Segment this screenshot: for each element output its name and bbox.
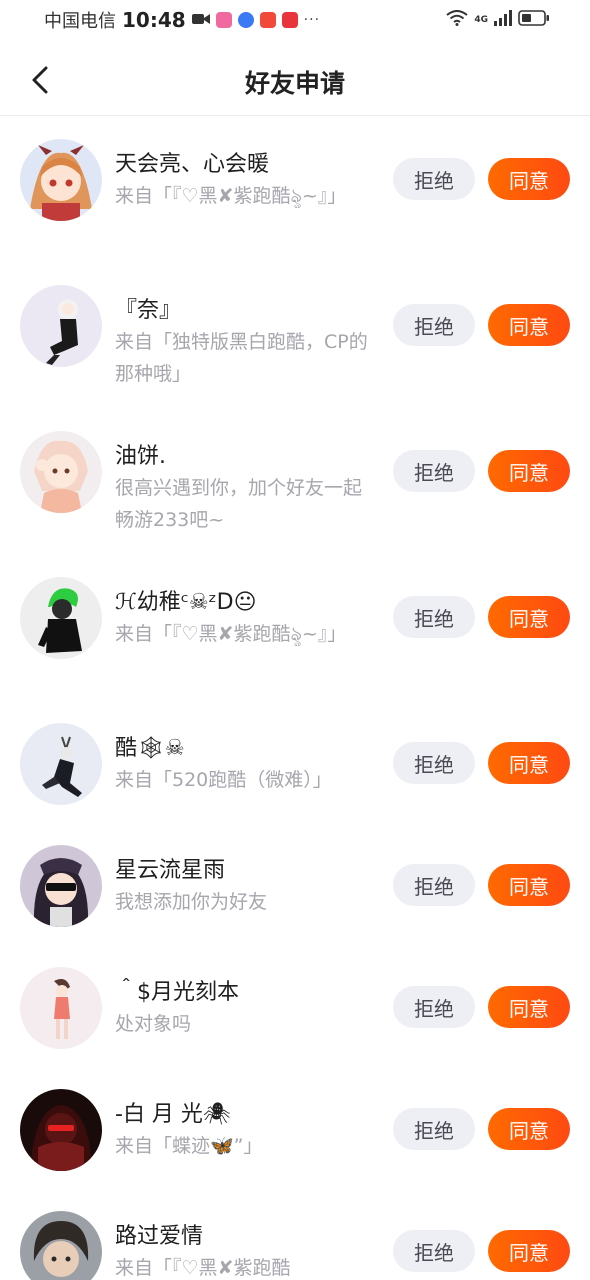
carrier-name: 中国电信 [44, 11, 116, 32]
accept-button[interactable]: 同意 [488, 450, 570, 492]
reject-button[interactable]: 拒绝 [393, 158, 475, 200]
request-message: 我想添加你为好友 [115, 891, 268, 913]
accept-button[interactable]: 同意 [488, 158, 570, 200]
reject-button[interactable]: 拒绝 [393, 1230, 475, 1272]
reject-button[interactable]: 拒绝 [393, 596, 475, 638]
reject-button[interactable]: 拒绝 [393, 864, 475, 906]
reject-button[interactable]: 拒绝 [393, 986, 475, 1028]
requester-name: 油饼. [115, 444, 166, 469]
navigation-header: 好友申请 [0, 44, 590, 116]
request-message: 很高兴遇到你，加个好友一起畅游233吧~ [115, 477, 363, 531]
music-icon [237, 12, 254, 28]
network-type: 4G [474, 15, 488, 25]
accept-button[interactable]: 同意 [488, 864, 570, 906]
requester-name: -白 月 光🕷 [115, 1102, 231, 1127]
page-title: 好友申请 [244, 69, 345, 98]
accept-button[interactable]: 同意 [488, 742, 570, 784]
wifi-icon [446, 10, 468, 30]
status-bar-right: 4G [446, 10, 550, 30]
status-bar: 中国电信 10:48 ··· 4G [0, 0, 590, 40]
avatar[interactable] [20, 1089, 102, 1171]
accept-button[interactable]: 同意 [488, 1108, 570, 1150]
accept-button[interactable]: 同意 [488, 1230, 570, 1272]
avatar[interactable] [20, 285, 102, 367]
book-red-icon [281, 12, 298, 28]
avatar[interactable] [20, 139, 102, 221]
status-bar-left: 中国电信 10:48 ··· [44, 8, 320, 32]
clock-time: 10:48 [122, 8, 186, 32]
request-message: 来自「520跑酷（微难）」 [115, 769, 332, 791]
accept-button[interactable]: 同意 [488, 986, 570, 1028]
app-pink-icon [215, 12, 232, 28]
accept-button[interactable]: 同意 [488, 304, 570, 346]
requester-name: 天会亮、心会暖 [115, 152, 270, 177]
requester-name: 『奈』 [115, 298, 182, 323]
requester-name: ＾$月光刻本 [115, 980, 239, 1005]
avatar[interactable] [20, 723, 102, 805]
avatar[interactable] [20, 1211, 102, 1280]
requester-name: 酷🕸☠ [115, 736, 185, 761]
accept-button[interactable]: 同意 [488, 596, 570, 638]
request-message: 来自「『♡黑✘紫跑酷 [115, 1257, 291, 1279]
avatar[interactable] [20, 431, 102, 513]
battery-icon [518, 10, 550, 30]
requester-name: 星云流星雨 [115, 858, 226, 883]
request-message: 处对象吗 [115, 1013, 192, 1035]
avatar[interactable] [20, 967, 102, 1049]
request-message: 来自「『♡黑✘紫跑酷ৡ~』」 [115, 623, 347, 645]
requester-name: ℋ幼稚ᶜ☠ᶻD😐 [115, 590, 257, 615]
video-icon [191, 11, 210, 30]
more-notifications-icon: ··· [303, 12, 321, 28]
reject-button[interactable]: 拒绝 [393, 304, 475, 346]
signal-icon [494, 10, 512, 30]
shop-red-icon [259, 12, 276, 28]
avatar[interactable] [20, 845, 102, 927]
avatar[interactable] [20, 577, 102, 659]
requester-name: 路过爱情 [115, 1224, 204, 1249]
reject-button[interactable]: 拒绝 [393, 742, 475, 784]
request-message: 来自「蝶迹🦋”」 [115, 1135, 263, 1157]
reject-button[interactable]: 拒绝 [393, 450, 475, 492]
request-message: 来自「『♡黑✘紫跑酷ৡ~』」 [115, 185, 347, 207]
request-message: 来自「独特版黑白跑酷，CP的那种哦」 [115, 331, 368, 385]
reject-button[interactable]: 拒绝 [393, 1108, 475, 1150]
